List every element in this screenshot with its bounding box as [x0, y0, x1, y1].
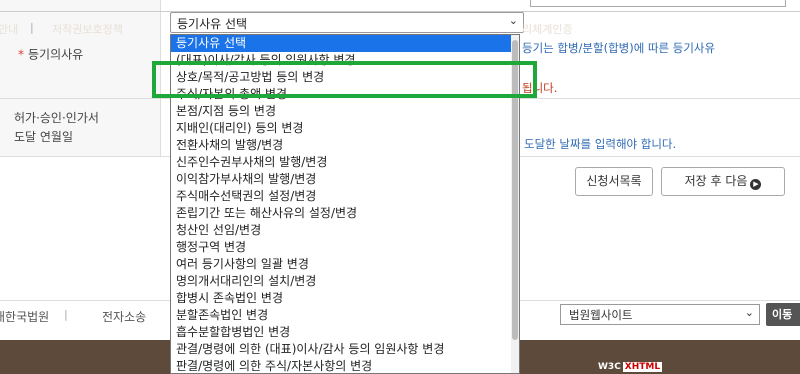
reason-hint-blue: 등기는 합병/분할(합병)에 따른 등기사유	[522, 41, 716, 55]
court-site-select[interactable]: 법원웹사이트 ⌄	[560, 304, 760, 325]
footer-dark-separator: |	[30, 21, 34, 34]
dropdown-option[interactable]: 존립기간 또는 해산사유의 설정/변경	[171, 205, 519, 222]
dropdown-option[interactable]: 청산인 선임/변경	[171, 222, 519, 239]
highlight-box	[152, 61, 537, 98]
dropdown-option[interactable]: 이익참가부사채의 발행/변경	[171, 171, 519, 188]
dropdown-option[interactable]: 여러 등기사항의 일괄 변경	[171, 256, 519, 273]
footer-link-ecourt[interactable]: 전자소송	[102, 308, 146, 325]
application-list-button[interactable]: 신청서목록	[575, 167, 653, 196]
chevron-down-icon: ⌄	[744, 306, 754, 319]
dropdown-option[interactable]: 판결/명령에 의한 주식/자본사항의 변경	[171, 358, 519, 373]
dropdown-option[interactable]: 본점/지점 등의 변경	[171, 103, 519, 120]
footer-dark-link-3[interactable]: 리체계인증	[522, 21, 573, 37]
reason-label: * 등기의사유	[18, 47, 84, 62]
reason-select-value: 등기사유 선택	[177, 17, 248, 31]
w3c-badge: W3C XHTML	[598, 362, 663, 372]
dropdown-option[interactable]: 관결/명령에 의한 (대표)이사/감사 등의 임원사항 변경	[171, 341, 519, 358]
dropdown-option[interactable]: 전환사채의 발행/변경	[171, 137, 519, 154]
dropdown-option[interactable]: 명의개서대리인의 설치/변경	[171, 273, 519, 290]
dropdown-option[interactable]: 행정구역 변경	[171, 239, 519, 256]
dropdown-option[interactable]: 신주인수권부사채의 발행/변경	[171, 154, 519, 171]
top-input-box[interactable]	[530, 0, 786, 7]
go-button[interactable]: 이동	[766, 303, 800, 326]
permit-label: 허가·승인·인가서 도달 연월일	[14, 110, 99, 144]
label-cell-permit: 허가·승인·인가서 도달 연월일	[0, 99, 161, 156]
dropdown-option[interactable]: 분할존속법인 변경	[171, 307, 519, 324]
dropdown-option[interactable]: 합병시 존속법인 변경	[171, 290, 519, 307]
save-next-button[interactable]: 저장 후 다음 ▶	[661, 167, 785, 196]
dropdown-option[interactable]: 흡수분할합병법인 변경	[171, 324, 519, 341]
footer-dark-link-1[interactable]: 안내	[0, 21, 18, 37]
footer-link-court[interactable]: 대한국법원	[0, 308, 49, 325]
permit-hint: 도달한 날짜를 입력해야 합니다.	[524, 137, 677, 151]
dropdown-option[interactable]: 지배인(대리인) 등의 변경	[171, 120, 519, 137]
label-cell-top	[0, 0, 161, 11]
footer-separator: |	[64, 308, 68, 321]
reason-select[interactable]: 등기사유 선택 ⌄	[170, 12, 524, 33]
chevron-down-icon: ⌄	[508, 14, 518, 27]
arrow-right-icon: ▶	[750, 179, 762, 190]
footer-dark-link-2[interactable]: 저작권보호정책	[52, 21, 123, 37]
required-mark: *	[18, 47, 24, 62]
form-row-top	[0, 0, 800, 12]
dropdown-option[interactable]: 등기사유 선택	[171, 35, 519, 52]
dropdown-option[interactable]: 주식매수선택권의 설정/변경	[171, 188, 519, 205]
